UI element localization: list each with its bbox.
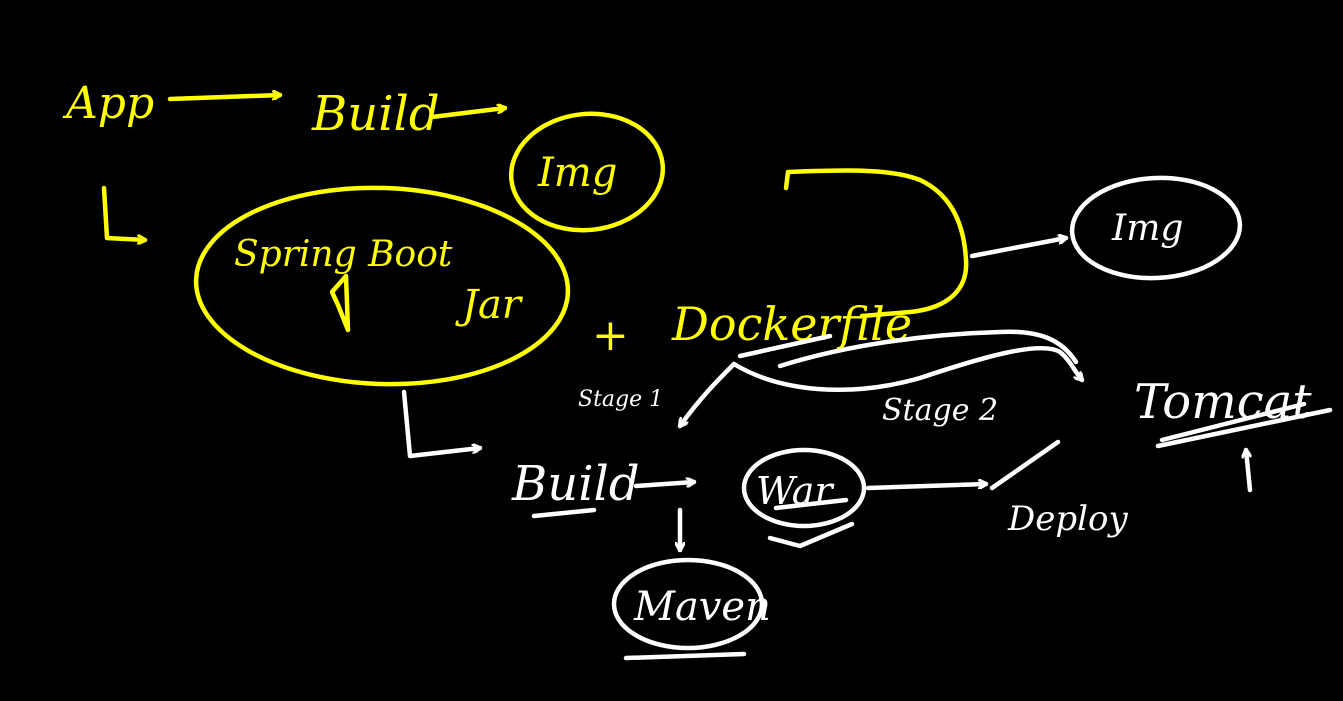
deploy-label: Deploy bbox=[1007, 499, 1128, 539]
stage-to-tomcat-arc bbox=[731, 345, 1082, 393]
war-to-deploy-arrow bbox=[865, 484, 989, 491]
img-top-label: Img bbox=[537, 150, 617, 196]
maven-label: Maven bbox=[633, 584, 771, 630]
app-to-springboot-elbow bbox=[101, 185, 145, 240]
maven-underline bbox=[623, 651, 747, 661]
tomcat-up-arrow bbox=[1246, 450, 1253, 493]
plus-sign: + bbox=[592, 310, 629, 361]
springboot-label: Spring Boot bbox=[234, 234, 453, 275]
whiteboard-canvas: App Build Img Spring Boot Jar + Dockerfi… bbox=[62, 78, 1333, 661]
jar-label: Jar bbox=[455, 282, 524, 328]
build-to-war-arrow bbox=[633, 482, 694, 489]
bracket-to-img-arrow bbox=[969, 238, 1066, 259]
dockerfile-bracket bbox=[783, 168, 969, 319]
build-top-label: Build bbox=[311, 86, 440, 142]
app-to-build-arrow bbox=[167, 95, 283, 102]
build-to-img-arrow bbox=[429, 108, 505, 120]
build-bottom-label: Build bbox=[511, 456, 640, 512]
stage2-label: Stage 2 bbox=[882, 393, 998, 428]
app-label: App bbox=[62, 78, 154, 129]
springboot-to-build-elbow bbox=[401, 389, 480, 459]
img-right-label: Img bbox=[1111, 208, 1183, 249]
stage1-label: Stage 1 bbox=[578, 387, 663, 412]
deploy-to-tomcat-stroke bbox=[989, 439, 1061, 491]
pen-mark bbox=[329, 273, 351, 333]
stage-split-left-arrow bbox=[680, 361, 737, 426]
